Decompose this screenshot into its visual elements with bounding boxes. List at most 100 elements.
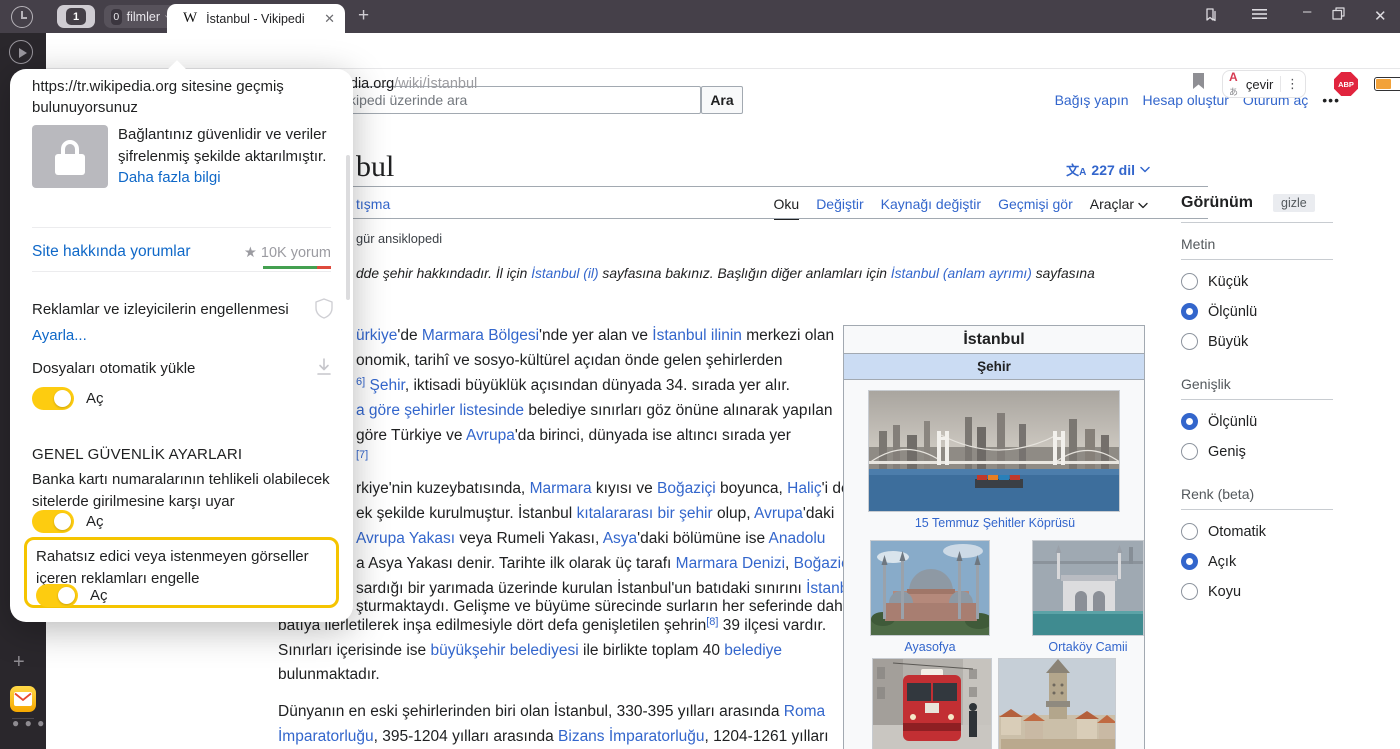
wiki-link[interactable]: tışma xyxy=(356,196,390,212)
infobox-image-ayasofya[interactable] xyxy=(870,540,990,636)
wiki-link[interactable]: [8] xyxy=(706,616,718,628)
wiki-link[interactable]: Anadolu xyxy=(769,530,826,547)
wiki-link[interactable]: büyükşehir belediyesi xyxy=(430,642,578,659)
more-menu-icon[interactable]: ••• xyxy=(1322,92,1340,108)
yandex-mail-icon[interactable] xyxy=(10,686,36,712)
chevron-down-icon xyxy=(1140,166,1150,173)
radio-icon[interactable] xyxy=(1181,333,1198,350)
wiki-link[interactable]: Avrupa xyxy=(754,505,803,522)
wiki-link[interactable]: Avrupa xyxy=(466,427,515,444)
browser-menu-icon[interactable] xyxy=(1252,7,1267,24)
wiki-link[interactable]: İstanbul (anlam ayrımı) xyxy=(891,266,1032,281)
translate-more-icon[interactable]: ⋮ xyxy=(1286,76,1299,92)
tab-history[interactable]: Geçmişi gör xyxy=(998,196,1073,218)
appearance-option[interactable]: Koyu xyxy=(1181,583,1333,600)
text-segment: sayfasına bakınız. Başlığın diğer anlaml… xyxy=(599,266,891,281)
wiki-link[interactable]: kıtalararası bir şehir xyxy=(577,505,713,522)
toggle-label: Aç xyxy=(86,390,104,407)
appearance-option[interactable]: Otomatik xyxy=(1181,523,1333,540)
infobox-caption-bridge[interactable]: 15 Temmuz Şehitler Köprüsü xyxy=(844,516,1146,530)
configure-link[interactable]: Ayarla... xyxy=(32,327,87,344)
wiki-link[interactable]: Marmara Bölgesi xyxy=(422,327,539,344)
restore-button[interactable] xyxy=(1332,7,1345,23)
text-segment: boyunca, xyxy=(716,480,788,497)
infobox-caption-ayasofya[interactable]: Ayasofya xyxy=(870,640,990,654)
wiki-link[interactable]: İstanbul ilinin xyxy=(652,327,742,344)
text-segment: , xyxy=(785,555,794,572)
wiki-link[interactable]: Boğaziçi xyxy=(657,480,716,497)
language-selector[interactable]: 文A 227 dil xyxy=(1066,160,1150,179)
wiki-link[interactable]: İmparatorluğu xyxy=(278,728,374,745)
card-warning-toggle[interactable] xyxy=(32,510,74,533)
toggle-label: Aç xyxy=(90,587,108,604)
appearance-option[interactable]: Açık xyxy=(1181,553,1333,570)
wiki-link[interactable]: Şehir xyxy=(370,377,405,394)
appearance-hide-button[interactable]: gizle xyxy=(1273,194,1315,212)
radio-icon[interactable] xyxy=(1181,523,1198,540)
wiki-link[interactable]: Marmara xyxy=(530,480,592,497)
security-section-header: GENEL GÜVENLİK AYARLARI xyxy=(32,446,242,463)
new-tab-button[interactable]: + xyxy=(358,5,369,27)
infobox-image-galata[interactable] xyxy=(998,658,1116,749)
wiki-link[interactable]: İstanbul (il) xyxy=(531,266,598,281)
sidebar-add-icon[interactable]: + xyxy=(13,651,25,674)
autoload-toggle-row: Aç xyxy=(32,387,104,410)
infobox-image-bridge[interactable] xyxy=(868,390,1120,512)
translate-chip[interactable]: Aあ çevir ⋮ xyxy=(1222,70,1306,98)
wiki-link[interactable]: [7] xyxy=(356,449,368,461)
popup-scrollbar-thumb[interactable] xyxy=(346,155,350,300)
wiki-link[interactable]: 6] xyxy=(356,376,365,388)
card-warning-toggle-row: Aç xyxy=(32,510,104,533)
wiki-link[interactable]: Roma xyxy=(784,703,825,720)
appearance-option[interactable]: Ölçünlü xyxy=(1181,413,1333,430)
history-clock-icon[interactable] xyxy=(11,6,33,28)
infobox-caption-ortakoy[interactable]: Ortaköy Camii xyxy=(1032,640,1144,654)
appearance-option[interactable]: Geniş xyxy=(1181,443,1333,460)
radio-selected-icon[interactable] xyxy=(1181,303,1198,320)
bookmark-icon[interactable] xyxy=(1192,73,1205,94)
close-window-button[interactable]: ✕ xyxy=(1374,7,1387,25)
appearance-option[interactable]: Küçük xyxy=(1181,273,1333,290)
wiki-link[interactable]: a göre şehirler listesinde xyxy=(356,402,524,419)
tab-edit-source[interactable]: Kaynağı değiştir xyxy=(881,196,981,218)
wiki-link[interactable]: ürkiye xyxy=(356,327,397,344)
more-info-link[interactable]: Daha fazla bilgi xyxy=(118,169,221,186)
shield-icon xyxy=(315,298,333,323)
battery-saver-icon[interactable] xyxy=(1374,77,1400,91)
sidebar-play-icon[interactable] xyxy=(9,40,33,64)
donate-link[interactable]: Bağış yapın xyxy=(1055,92,1129,108)
side-panels-icon[interactable] xyxy=(1203,7,1219,26)
radio-icon[interactable] xyxy=(1181,273,1198,290)
tab-edit[interactable]: Değiştir xyxy=(816,196,863,218)
search-button[interactable]: Ara xyxy=(701,86,743,114)
tab-close-icon[interactable]: ✕ xyxy=(324,11,335,27)
wiki-link[interactable]: Avrupa Yakası xyxy=(356,530,455,547)
create-account-link[interactable]: Hesap oluştur xyxy=(1143,92,1229,108)
appearance-section-label: Metin xyxy=(1181,223,1333,260)
autoload-toggle[interactable] xyxy=(32,387,74,410)
tab-read[interactable]: Oku xyxy=(774,196,800,220)
wiki-link[interactable]: Asya xyxy=(603,530,637,547)
article-line: batıya ilerletilerek inşa edilmesiyle dö… xyxy=(278,617,826,635)
infobox-image-tram[interactable] xyxy=(872,658,992,749)
annoying-ads-toggle[interactable] xyxy=(36,584,78,607)
site-reviews-link[interactable]: Site hakkında yorumlar xyxy=(32,243,191,261)
minimize-button[interactable]: – xyxy=(1303,3,1311,20)
wiki-link[interactable]: Haliç xyxy=(787,480,821,497)
infobox-image-ortakoy[interactable] xyxy=(1032,540,1144,636)
appearance-option[interactable]: Büyük xyxy=(1181,333,1333,350)
wiki-link[interactable]: Marmara Denizi xyxy=(676,555,785,572)
appearance-option[interactable]: Ölçünlü xyxy=(1181,303,1333,320)
text-segment: belediye sınırları göz önüne alınarak ya… xyxy=(524,402,832,419)
active-tab[interactable]: W İstanbul - Vikipedi ✕ xyxy=(167,4,345,33)
article-line: a Asya Yakası denir. Tarihte ilk olarak … xyxy=(356,555,852,573)
radio-icon[interactable] xyxy=(1181,443,1198,460)
tab-tools[interactable]: Araçlar xyxy=(1090,196,1148,218)
radio-selected-icon[interactable] xyxy=(1181,413,1198,430)
wiki-link[interactable]: Bizans İmparatorluğu xyxy=(558,728,704,745)
radio-selected-icon[interactable] xyxy=(1181,553,1198,570)
pinned-tab-group[interactable]: 1 xyxy=(57,5,95,28)
sidebar-more-icon[interactable]: ● ● ● xyxy=(12,716,45,730)
wiki-link[interactable]: belediye xyxy=(724,642,782,659)
radio-icon[interactable] xyxy=(1181,583,1198,600)
